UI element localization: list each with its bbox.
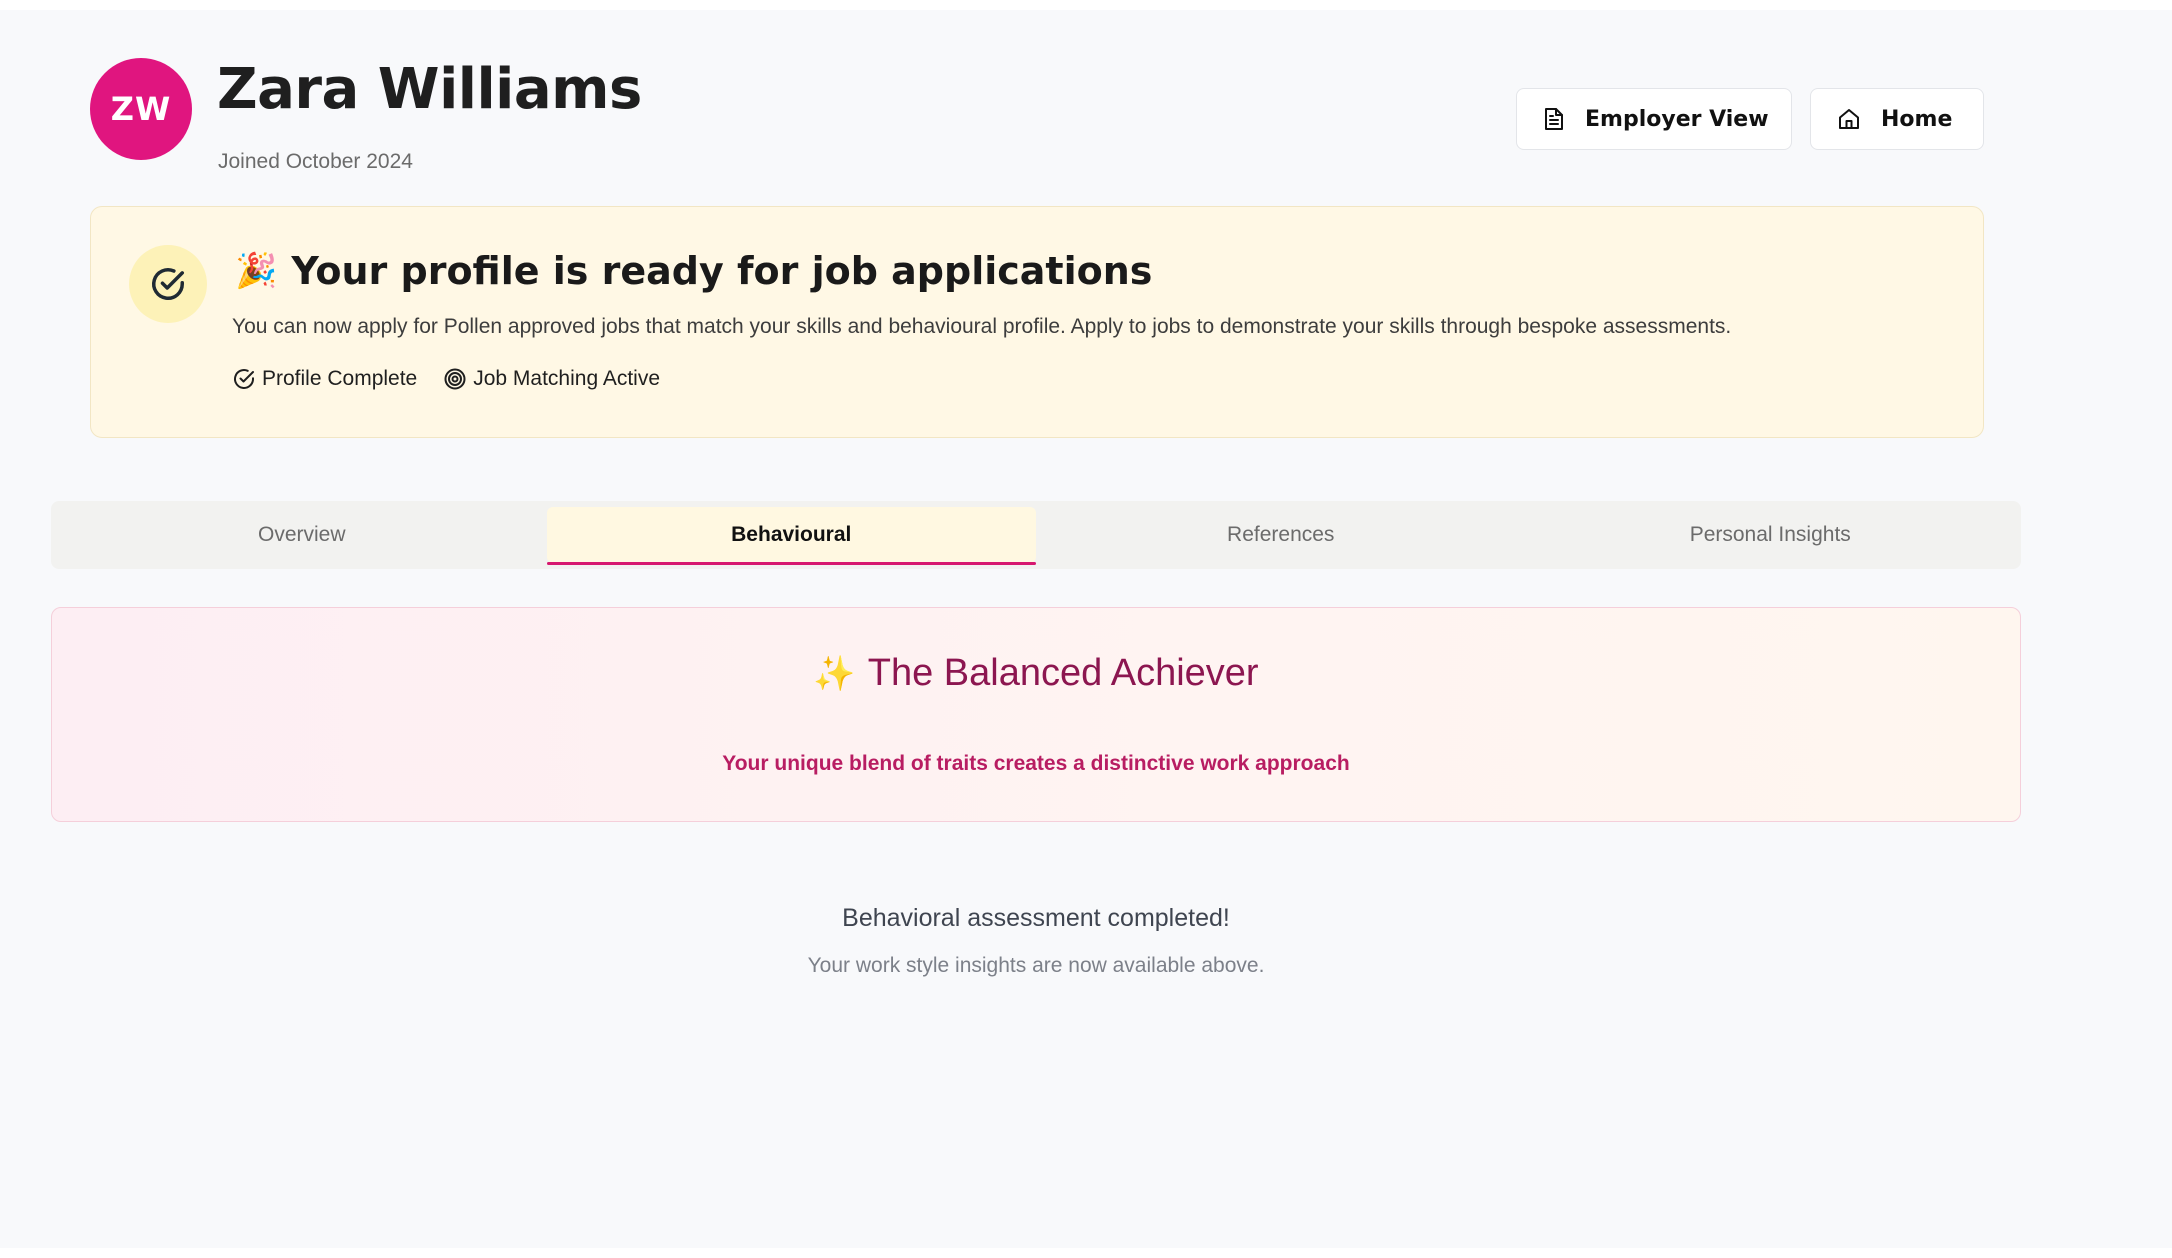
profile-complete-badge: Profile Complete	[232, 367, 417, 391]
profile-name: Zara Williams	[217, 57, 642, 122]
document-icon	[1543, 107, 1565, 131]
persona-title: ✨ The Balanced Achiever	[52, 648, 2020, 699]
avatar: ZW	[90, 58, 192, 160]
tab-overview[interactable]: Overview	[57, 507, 547, 563]
profile-tabs: Overview Behavioural References Personal…	[51, 501, 2021, 569]
party-popper-icon: 🎉	[235, 251, 278, 291]
tab-personal-insights[interactable]: Personal Insights	[1526, 507, 2016, 563]
tab-behavioural[interactable]: Behavioural	[546, 507, 1036, 565]
assessment-completed-subtitle: Your work style insights are now availab…	[807, 954, 1265, 977]
check-circle-icon	[129, 245, 207, 323]
home-icon	[1837, 107, 1861, 131]
banner-badges: Profile Complete Job Matching Active	[232, 367, 660, 391]
tab-references[interactable]: References	[1036, 507, 1526, 563]
banner-title-text: Your profile is ready for job applicatio…	[291, 249, 1153, 293]
persona-card: ✨ The Balanced Achiever Your unique blend…	[51, 607, 2021, 822]
banner-title: 🎉 Your profile is ready for job applicat…	[235, 243, 1152, 299]
profile-ready-banner: 🎉 Your profile is ready for job applicat…	[90, 206, 1984, 438]
profile-page: ZW Zara Williams Joined October 2024 Emp…	[0, 10, 2172, 1248]
check-circle-icon	[232, 367, 256, 391]
persona-title-text: The Balanced Achiever	[867, 652, 1259, 694]
sparkles-icon: ✨	[813, 655, 856, 693]
employer-view-button[interactable]: Employer View	[1516, 88, 1792, 150]
target-icon	[443, 367, 467, 391]
job-matching-label: Job Matching Active	[473, 367, 660, 390]
home-button[interactable]: Home	[1810, 88, 1984, 150]
assessment-completed-title: Behavioral assessment completed!	[842, 904, 1230, 932]
joined-date: Joined October 2024	[218, 150, 413, 173]
persona-subtitle: Your unique blend of traits creates a di…	[722, 752, 1350, 775]
job-matching-badge: Job Matching Active	[443, 367, 660, 391]
banner-description: You can now apply for Pollen approved jo…	[232, 315, 1732, 338]
home-label: Home	[1881, 106, 1953, 132]
avatar-initials: ZW	[110, 90, 172, 128]
profile-complete-label: Profile Complete	[262, 367, 418, 390]
employer-view-label: Employer View	[1585, 106, 1769, 132]
